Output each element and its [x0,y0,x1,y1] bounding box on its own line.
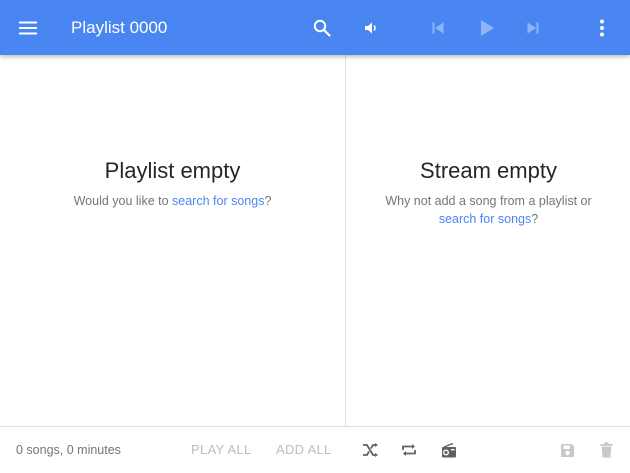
next-track-button[interactable] [513,0,553,55]
stream-prompt-text: Why not add a song from a playlist or [385,194,592,208]
volume-icon [365,22,376,33]
playlist-prompt-suffix: ? [264,194,272,208]
search-icon [313,19,331,37]
delete-icon [600,442,612,458]
playlist-summary: 0 songs, 0 minutes [16,443,121,457]
save-icon [560,443,574,457]
delete-playlist-button[interactable] [592,427,620,473]
play-icon [481,19,494,36]
volume-button[interactable] [351,0,391,55]
playlist-pane: Playlist empty Would you like to search … [0,55,346,426]
playlist-prompt-text: Would you like to [73,194,173,208]
stream-empty-title: Stream empty [420,158,557,183]
stream-search-link[interactable]: search for songs [439,212,531,226]
search-button[interactable] [302,0,342,55]
play-all-button[interactable]: PLAY ALL [191,427,251,473]
more-vert-icon [600,19,604,36]
bottom-toolbar: 0 songs, 0 minutes PLAY ALL ADD ALL [0,426,630,473]
repeat-button[interactable] [395,427,423,473]
previous-track-button[interactable] [418,0,458,55]
shuffle-button[interactable] [356,427,384,473]
more-options-button[interactable] [586,0,618,55]
stream-pane: Stream empty Why not add a song from a p… [347,55,630,426]
add-all-button[interactable]: ADD ALL [276,427,332,473]
shuffle-icon [363,443,378,457]
radio-button[interactable] [435,427,463,473]
stream-prompt-suffix: ? [531,212,539,226]
menu-icon [19,21,37,34]
top-app-bar: Playlist 0000 [0,0,630,55]
music-player-app: Playlist 0000 Playlist empty Would you l… [0,0,630,473]
playlist-empty-message: Would you like to search for songs? [0,192,345,210]
radio-icon [442,442,456,457]
playlist-search-link[interactable]: search for songs [172,194,264,208]
skip-next-icon [527,22,539,33]
save-playlist-button[interactable] [553,427,581,473]
playlist-empty-title: Playlist empty [104,158,241,183]
page-title: Playlist 0000 [71,18,168,37]
play-button[interactable] [467,0,507,55]
skip-previous-icon [432,22,444,33]
repeat-icon [402,444,416,456]
menu-button[interactable] [8,0,48,55]
stream-empty-message: Why not add a song from a playlist or se… [347,192,630,228]
